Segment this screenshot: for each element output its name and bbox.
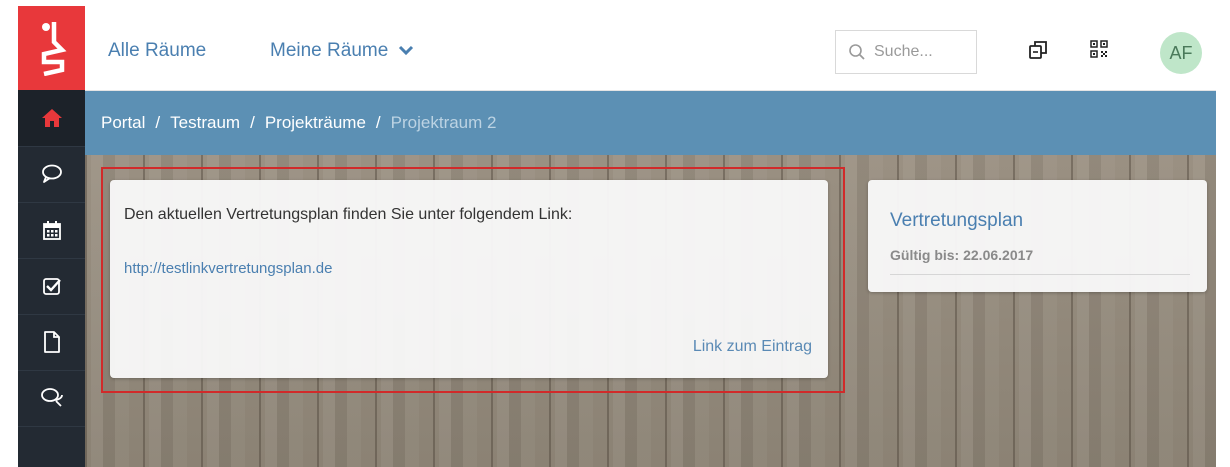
sidebar-item-files[interactable] <box>18 314 85 371</box>
breadcrumb-bar: Portal / Testraum / Projekträume / Proje… <box>85 91 1216 155</box>
breadcrumb-projektraeume[interactable]: Projekträume <box>265 113 366 133</box>
checkbox-icon <box>42 278 61 295</box>
window-frame-right <box>1216 0 1230 467</box>
search-input[interactable] <box>872 42 966 62</box>
breadcrumb-separator: / <box>250 113 255 132</box>
breadcrumb-testraum[interactable]: Testraum <box>170 113 240 133</box>
breadcrumb-portal[interactable]: Portal <box>101 113 145 133</box>
window-frame-top <box>0 0 1230 4</box>
app-logo[interactable] <box>18 6 85 90</box>
copy-rooms-icon <box>1029 41 1047 59</box>
sidebar-item-calendar[interactable] <box>18 202 85 259</box>
user-avatar[interactable]: AF <box>1160 32 1202 74</box>
document-icon <box>43 331 60 353</box>
nav-my-rooms[interactable]: Meine Räume <box>270 40 414 62</box>
sidebar-item-tasks[interactable] <box>18 258 85 315</box>
breadcrumb-separator: / <box>155 113 161 132</box>
card-divider <box>890 274 1190 275</box>
search-box[interactable] <box>835 30 977 74</box>
chevron-down-icon <box>398 45 413 56</box>
breadcrumb: Portal / Testraum / Projekträume / Proje… <box>101 113 496 133</box>
room-switch-button[interactable] <box>1028 40 1048 65</box>
highlight-frame <box>101 167 845 393</box>
nav-my-rooms-label: Meine Räume <box>270 40 389 61</box>
discussion-icon <box>40 388 63 407</box>
top-navigation-bar: Alle Räume Meine Räume Suche... AF <box>85 6 1216 91</box>
home-icon <box>41 109 62 127</box>
nav-all-rooms[interactable]: Alle Räume <box>108 40 206 62</box>
substitution-plan-card: Vertretungsplan Gültig bis: 22.06.2017 <box>868 180 1207 292</box>
search-icon <box>849 44 865 60</box>
sidebar-item-discussions[interactable] <box>18 370 85 427</box>
chat-bubble-icon <box>41 164 62 183</box>
qr-code-button[interactable] <box>1090 40 1108 63</box>
calendar-icon <box>42 221 61 240</box>
window-frame-left <box>0 0 18 467</box>
sidebar-item-chat[interactable] <box>18 146 85 203</box>
valid-until-text: Gültig bis: 22.06.2017 <box>890 247 1034 263</box>
substitution-plan-title[interactable]: Vertretungsplan <box>890 210 1023 232</box>
sidebar <box>18 6 85 467</box>
logo-icon <box>41 22 66 76</box>
sidebar-item-home[interactable] <box>18 90 85 147</box>
qr-code-icon <box>1090 40 1108 58</box>
breadcrumb-current: Projektraum 2 <box>390 113 497 132</box>
breadcrumb-separator: / <box>375 113 381 132</box>
